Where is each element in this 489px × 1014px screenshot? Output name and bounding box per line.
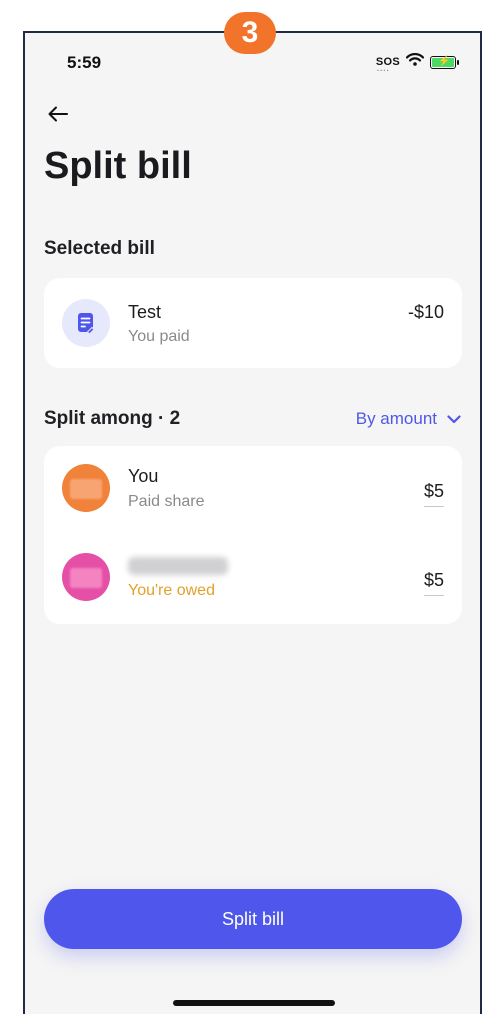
avatar-image	[70, 568, 102, 588]
battery-charging-icon: ⚡	[430, 55, 459, 69]
bill-subtitle: You paid	[128, 328, 190, 345]
back-button[interactable]	[43, 99, 73, 129]
page-title: Split bill	[44, 145, 192, 187]
selected-bill-card[interactable]: Test You paid -$10	[44, 278, 462, 368]
member-name: You	[128, 466, 159, 486]
member-amount-input[interactable]: $5	[423, 570, 444, 596]
status-time: 5:59	[67, 53, 102, 72]
chevron-down-icon	[447, 414, 461, 423]
member-name-redacted	[128, 557, 228, 575]
member-status: Paid share	[128, 493, 205, 510]
split-mode-dropdown[interactable]: By amount	[356, 409, 461, 429]
phone-screen: 5:59 SOS ⚡ Split bill Selected bill	[23, 31, 482, 1014]
split-mode-label: By amount	[355, 409, 437, 428]
home-indicator[interactable]	[173, 1000, 335, 1006]
avatar	[62, 553, 110, 601]
arrow-left-icon	[48, 106, 68, 122]
member-status: You're owed	[128, 582, 215, 599]
selected-bill-label: Selected bill	[44, 238, 155, 259]
member-row[interactable]: You Paid share $5	[44, 446, 462, 535]
receipt-icon	[62, 299, 110, 347]
step-badge: 3	[224, 12, 276, 54]
split-bill-button[interactable]: Split bill	[44, 889, 462, 949]
avatar	[62, 464, 110, 512]
bill-amount: -$10	[407, 302, 444, 322]
status-indicators: SOS ⚡	[376, 53, 459, 73]
bill-name: Test	[128, 302, 162, 322]
avatar-image	[70, 479, 102, 499]
member-amount-input[interactable]: $5	[423, 481, 444, 507]
members-card: You Paid share $5 You're owed $5	[44, 446, 462, 624]
sos-indicator: SOS	[376, 56, 400, 73]
split-among-label: Split among · 2	[44, 408, 181, 429]
member-row[interactable]: You're owed $5	[44, 535, 462, 624]
wifi-icon	[405, 53, 425, 71]
